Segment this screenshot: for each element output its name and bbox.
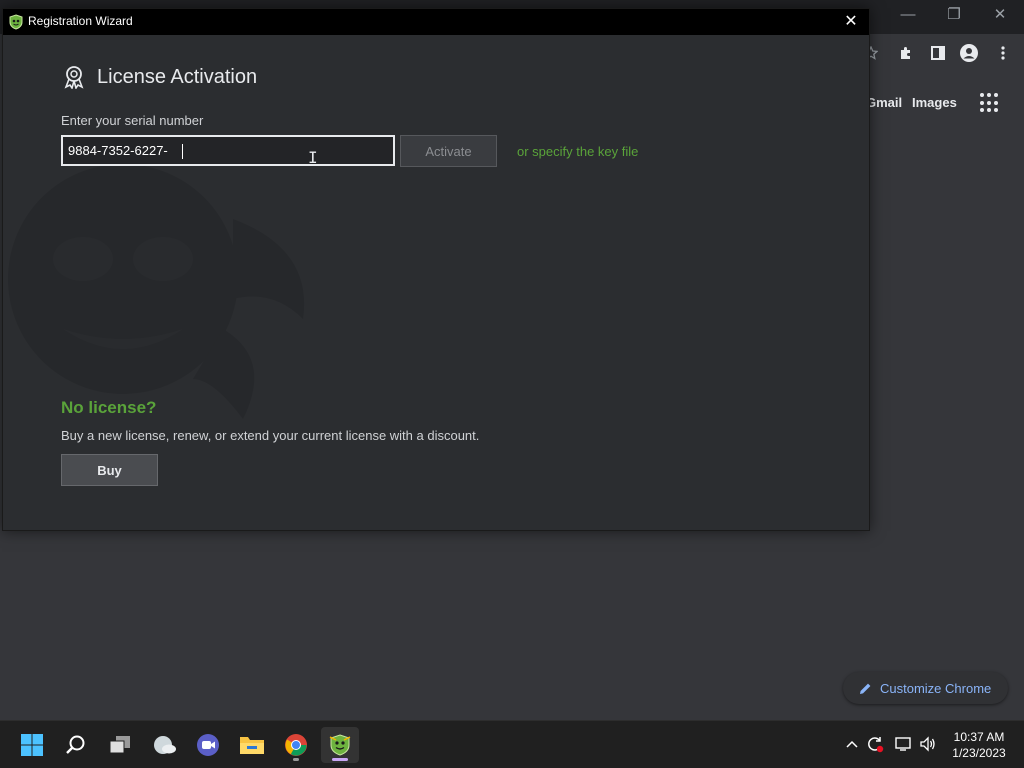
license-badge-icon — [64, 66, 84, 89]
file-explorer-icon — [240, 737, 264, 754]
app-logo-icon — [9, 14, 23, 30]
antivirus-app-button[interactable] — [321, 727, 359, 763]
buy-button[interactable]: Buy — [61, 454, 158, 486]
teams-button[interactable] — [189, 727, 227, 763]
taskbar: 10:37 AM 1/23/2023 — [0, 720, 1024, 768]
antivirus-icon — [329, 734, 351, 756]
extensions-icon[interactable] — [895, 43, 917, 63]
active-indicator — [332, 758, 348, 761]
start-icon — [21, 734, 43, 756]
chrome-icon — [285, 734, 307, 756]
dialog-titlebar: Registration Wizard ✕ — [3, 9, 869, 35]
volume-icon[interactable] — [919, 735, 937, 753]
widgets-button[interactable] — [146, 727, 184, 763]
buy-description: Buy a new license, renew, or extend your… — [61, 428, 480, 443]
restore-button[interactable]: ❐ — [939, 4, 969, 26]
side-panel-icon[interactable] — [927, 43, 949, 63]
profile-icon[interactable] — [958, 43, 980, 63]
task-view-icon — [109, 736, 130, 754]
dialog-title: Registration Wizard — [28, 14, 133, 28]
system-clock[interactable]: 10:37 AM 1/23/2023 — [946, 729, 1012, 761]
mascot-watermark-icon — [8, 164, 305, 419]
widgets-icon — [154, 736, 176, 754]
task-view-button[interactable] — [101, 727, 139, 763]
running-indicator — [293, 758, 299, 761]
no-license-heading: No license? — [61, 398, 157, 417]
registration-wizard-dialog: Registration Wizard ✕ License Activation… — [2, 8, 870, 531]
customize-chrome-button[interactable]: Customize Chrome — [843, 672, 1008, 704]
images-link[interactable]: Images — [912, 95, 957, 110]
gmail-link[interactable]: Gmail — [866, 95, 902, 110]
serial-number-input[interactable] — [61, 135, 395, 166]
start-button[interactable] — [13, 727, 51, 763]
taskbar-search-button[interactable] — [57, 727, 95, 763]
heading-row: License Activation — [63, 65, 257, 89]
text-caret — [182, 144, 183, 159]
sync-alert-icon[interactable] — [866, 735, 884, 753]
ibeam-cursor-icon: I — [308, 148, 318, 167]
minimize-button[interactable]: — — [893, 4, 923, 26]
buy-label: Buy — [97, 462, 122, 478]
search-icon — [66, 735, 85, 754]
clock-date: 1/23/2023 — [952, 746, 1006, 760]
activate-label: Activate — [425, 143, 472, 159]
dialog-close-button[interactable]: ✕ — [841, 12, 861, 32]
close-window-button[interactable]: ✕ — [985, 4, 1015, 26]
serial-number-label: Enter your serial number — [61, 113, 204, 128]
chrome-menu-icon[interactable] — [992, 43, 1014, 63]
activate-button[interactable]: Activate — [400, 135, 497, 167]
key-file-link[interactable]: or specify the key file — [517, 144, 638, 159]
chrome-button[interactable] — [277, 727, 315, 763]
chevron-up-icon[interactable] — [843, 735, 861, 753]
pencil-icon — [860, 683, 871, 694]
clock-time: 10:37 AM — [953, 730, 1005, 744]
customize-chrome-label: Customize Chrome — [880, 680, 992, 696]
teams-icon — [197, 734, 219, 756]
file-explorer-button[interactable] — [233, 727, 271, 763]
page-title: License Activation — [97, 65, 258, 88]
network-icon[interactable] — [895, 735, 913, 753]
google-apps-icon[interactable] — [980, 93, 1000, 113]
